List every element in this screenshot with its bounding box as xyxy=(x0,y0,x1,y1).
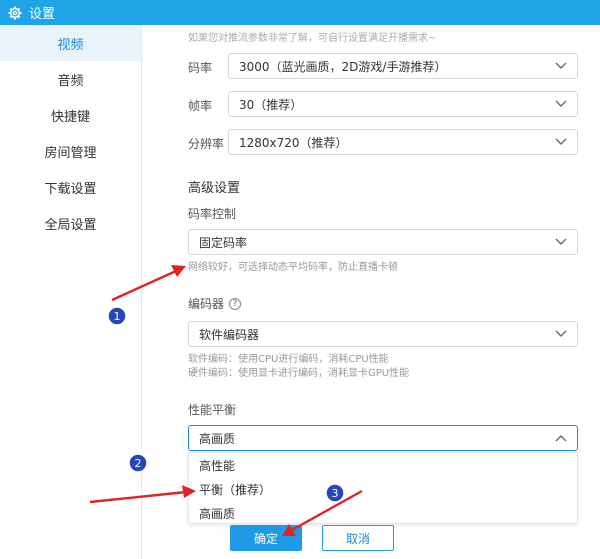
sidebar-item-shortcuts[interactable]: 快捷键 xyxy=(0,97,141,133)
sidebar: 视频 音频 快捷键 房间管理 下载设置 全局设置 xyxy=(0,25,142,559)
option-high-performance[interactable]: 高性能 xyxy=(189,453,577,477)
rate-control-label: 码率控制 xyxy=(188,205,236,222)
encoder-note-software: 软件编码：使用CPU进行编码，消耗CPU性能 xyxy=(188,354,389,365)
sidebar-item-audio[interactable]: 音频 xyxy=(0,61,141,97)
bitrate-label: 码率 xyxy=(188,61,213,75)
performance-label: 性能平衡 xyxy=(188,401,236,418)
chevron-down-icon xyxy=(555,330,567,337)
framerate-value: 30（推荐） xyxy=(239,97,303,112)
ok-button[interactable]: 确定 xyxy=(230,525,302,551)
sidebar-item-download-settings[interactable]: 下载设置 xyxy=(0,169,141,205)
resolution-select[interactable]: 1280x720（推荐） xyxy=(228,129,578,155)
gear-icon xyxy=(4,0,26,25)
advanced-settings-title: 高级设置 xyxy=(188,181,241,196)
top-hint: 如果您对推流参数非常了解，可自行设置满足开播需求~ xyxy=(188,33,437,44)
chevron-down-icon xyxy=(555,100,567,107)
sidebar-item-video[interactable]: 视频 xyxy=(0,25,141,61)
cancel-button[interactable]: 取消 xyxy=(322,525,394,551)
encoder-note-hardware: 硬件编码：使用显卡进行编码，消耗显卡GPU性能 xyxy=(188,368,410,379)
sidebar-item-global-settings[interactable]: 全局设置 xyxy=(0,205,141,241)
chevron-down-icon xyxy=(555,138,567,145)
encoder-label: 编码器 ? xyxy=(188,295,242,312)
title-bar: 设置 xyxy=(0,0,600,25)
rate-control-note: 网络较好，可选择动态平均码率，防止直播卡顿 xyxy=(188,262,398,273)
option-high-quality[interactable]: 高画质 xyxy=(189,501,577,525)
performance-dropdown: 高性能 平衡（推荐） 高画质 xyxy=(188,452,578,524)
chevron-down-icon xyxy=(555,62,567,69)
encoder-value: 软件编码器 xyxy=(199,327,260,342)
encoder-select[interactable]: 软件编码器 xyxy=(188,321,578,347)
help-icon[interactable]: ? xyxy=(229,297,242,310)
window-title: 设置 xyxy=(29,7,56,22)
chevron-down-icon xyxy=(555,238,567,245)
rate-control-select[interactable]: 固定码率 xyxy=(188,229,578,255)
resolution-label: 分辨率 xyxy=(188,137,225,151)
rate-control-value: 固定码率 xyxy=(199,235,248,250)
option-balanced[interactable]: 平衡（推荐） xyxy=(189,477,577,501)
sidebar-item-room-management[interactable]: 房间管理 xyxy=(0,133,141,169)
resolution-value: 1280x720（推荐） xyxy=(239,135,348,150)
framerate-label: 帧率 xyxy=(188,99,213,113)
chevron-up-icon xyxy=(555,435,567,442)
bitrate-value: 3000（蓝光画质，2D游戏/手游推荐） xyxy=(239,59,447,74)
settings-panel: 如果您对推流参数非常了解，可自行设置满足开播需求~ 码率 3000（蓝光画质，2… xyxy=(142,25,600,559)
performance-label-text: 性能平衡 xyxy=(188,403,237,417)
encoder-label-text: 编码器 xyxy=(188,297,225,311)
rate-control-label-text: 码率控制 xyxy=(188,207,237,221)
performance-value: 高画质 xyxy=(199,431,236,446)
framerate-select[interactable]: 30（推荐） xyxy=(228,91,578,117)
performance-select[interactable]: 高画质 xyxy=(188,425,578,451)
bitrate-select[interactable]: 3000（蓝光画质，2D游戏/手游推荐） xyxy=(228,53,578,79)
